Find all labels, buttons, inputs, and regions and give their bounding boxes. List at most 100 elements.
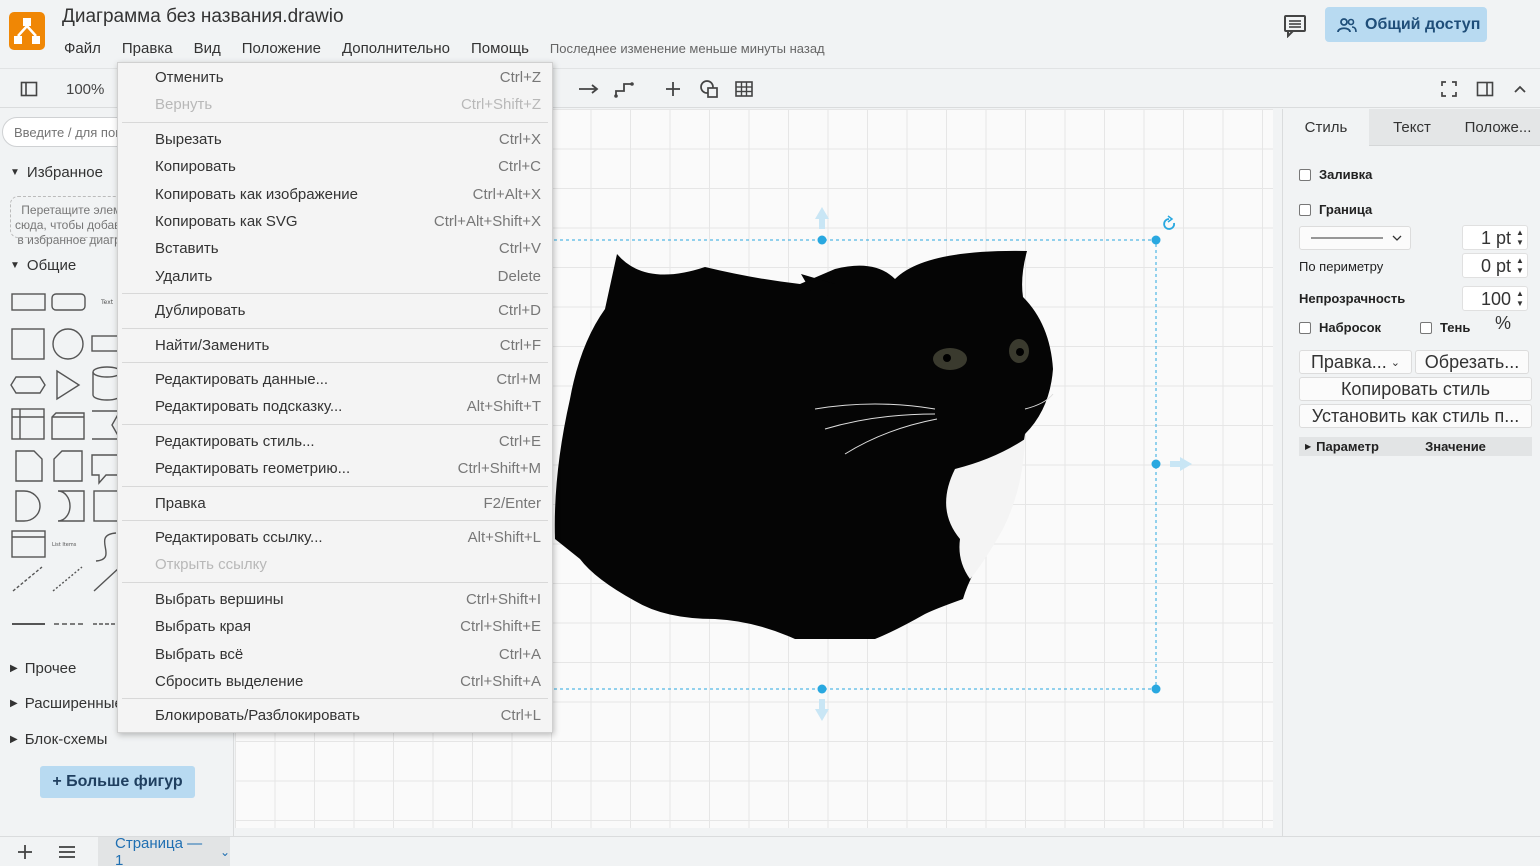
resize-handle-top[interactable] [817, 235, 827, 245]
resize-handle-right[interactable] [1151, 459, 1161, 469]
tab-style[interactable]: Стиль [1283, 109, 1369, 146]
menu-item[interactable]: Редактировать стиль... Ctrl+E [118, 428, 552, 455]
drawio-logo[interactable] [9, 12, 45, 50]
menu-file[interactable]: Файл [62, 40, 103, 57]
menu-item[interactable]: Редактировать данные... Ctrl+M [118, 366, 552, 393]
fill-checkbox[interactable] [1299, 168, 1311, 181]
menu-view[interactable]: Вид [192, 40, 223, 57]
perimeter-input[interactable]: 0 pt ▲ ▼ [1462, 253, 1528, 278]
menu-item-label: Редактировать стиль... [155, 432, 315, 450]
opacity-value: 100 % [1480, 289, 1511, 333]
menu-item[interactable]: Выбрать всё Ctrl+A [118, 641, 552, 668]
edit-image-dropdown[interactable]: Правка... ⌄ [1299, 350, 1412, 374]
menu-item-shortcut: Ctrl+Shift+Z [460, 96, 541, 114]
menu-item[interactable]: Найти/Заменить Ctrl+F [118, 332, 552, 359]
collapse-chevron-up-icon[interactable] [1509, 77, 1531, 101]
menu-item-shortcut: Ctrl+X [498, 130, 541, 148]
clone-arrow-right-icon[interactable] [1170, 457, 1192, 471]
menu-arrange[interactable]: Положение [240, 40, 323, 57]
page-tab[interactable]: Страница — 1 ⌄ [98, 835, 230, 866]
section-misc[interactable]: ▶ Прочее [10, 660, 76, 677]
menu-item[interactable]: Копировать как изображение Ctrl+Alt+X [118, 181, 552, 208]
menu-item-shortcut: Ctrl+M [496, 371, 541, 388]
chevron-down-icon[interactable]: ⌄ [220, 845, 230, 859]
menu-item-shortcut: Ctrl+E [498, 432, 541, 450]
pages-menu-icon[interactable] [58, 845, 76, 864]
last-change-status[interactable]: Последнее изменение меньше минуты назад [550, 41, 825, 56]
document-title[interactable]: Диаграмма без названия.drawio [62, 6, 344, 28]
menu-item-label: Сбросить выделение [155, 673, 304, 690]
rotate-handle-icon[interactable] [1163, 215, 1175, 230]
canvas-vertical-scrollbar[interactable] [1273, 109, 1281, 828]
section-favorites[interactable]: ▼ Избранное [10, 164, 103, 181]
menu-item[interactable]: Отменить Ctrl+Z [118, 64, 552, 91]
line-style-select[interactable] [1299, 226, 1411, 250]
connector-arrow-icon[interactable] [577, 77, 601, 101]
tab-arrange[interactable]: Положе... [1455, 109, 1540, 146]
menu-item[interactable]: Сбросить выделение Ctrl+Shift+A [118, 668, 552, 695]
border-checkbox[interactable] [1299, 203, 1311, 216]
collapsed-triangle-icon: ▶ [10, 698, 18, 709]
menu-item[interactable]: Удалить Delete [118, 263, 552, 290]
sketch-checkbox-row[interactable]: Набросок [1299, 320, 1381, 335]
menu-item[interactable]: Копировать Ctrl+C [118, 153, 552, 180]
opacity-input[interactable]: 100 % ▲ ▼ [1462, 286, 1528, 333]
tab-text[interactable]: Текст [1369, 109, 1455, 146]
properties-table-header[interactable]: ▶ Параметр Значение [1299, 437, 1532, 456]
menu-edit[interactable]: Правка [120, 40, 175, 57]
border-width-input[interactable]: 1 pt ▲ ▼ [1462, 225, 1528, 250]
shadow-checkbox-row[interactable]: Тень [1420, 320, 1470, 335]
sketch-checkbox[interactable] [1299, 321, 1311, 334]
menu-item-label: Дублировать [155, 302, 246, 320]
shapes-icon[interactable] [697, 77, 721, 101]
resize-handle-bottom[interactable] [817, 684, 827, 694]
section-advanced[interactable]: ▶ Расширенные [10, 695, 123, 712]
shadow-checkbox[interactable] [1420, 321, 1432, 334]
menu-item[interactable]: Блокировать/Разблокировать Ctrl+L [118, 702, 552, 729]
clone-arrow-up-icon[interactable] [815, 207, 829, 229]
cat-image[interactable] [554, 250, 1054, 639]
share-button[interactable]: Общий доступ [1325, 7, 1487, 42]
spinner-arrows-icon[interactable]: ▲ ▼ [1515, 256, 1525, 276]
zoom-dropdown[interactable]: 100% [66, 77, 116, 101]
menu-item[interactable]: Выбрать вершины Ctrl+Shift+I [118, 586, 552, 613]
canvas-horizontal-scrollbar[interactable] [235, 828, 1281, 836]
comments-icon[interactable] [1282, 12, 1308, 39]
toggle-sidebar-icon[interactable] [18, 77, 40, 101]
insert-plus-icon[interactable] [662, 77, 684, 101]
spinner-arrows-icon[interactable]: ▲ ▼ [1515, 289, 1525, 309]
menu-item[interactable]: Редактировать подсказку... Alt+Shift+T [118, 393, 552, 420]
chevron-down-icon: ⌄ [1390, 356, 1401, 369]
more-shapes-button[interactable]: + Больше фигур [40, 766, 195, 798]
menu-item[interactable]: Выбрать края Ctrl+Shift+E [118, 613, 552, 640]
spinner-arrows-icon[interactable]: ▲ ▼ [1515, 228, 1525, 248]
crop-button[interactable]: Обрезать... [1415, 350, 1529, 374]
menu-item[interactable]: Редактировать ссылку... Alt+Shift+L [118, 524, 552, 551]
section-general[interactable]: ▼ Общие [10, 257, 76, 274]
menu-item-shortcut: Ctrl+Shift+M [457, 460, 541, 478]
toggle-format-panel-icon[interactable] [1474, 77, 1496, 101]
menu-item[interactable]: Редактировать геометрию... Ctrl+Shift+M [118, 455, 552, 482]
set-default-style-button[interactable]: Установить как стиль п... [1299, 404, 1532, 428]
menu-item[interactable]: Копировать как SVG Ctrl+Alt+Shift+X [118, 208, 552, 235]
resize-handle-bottom-right[interactable] [1151, 684, 1161, 694]
expanded-triangle-icon: ▼ [10, 260, 20, 271]
menu-item[interactable]: Вставить Ctrl+V [118, 235, 552, 262]
menu-item[interactable]: Дублировать Ctrl+D [118, 297, 552, 324]
copy-style-button[interactable]: Копировать стиль [1299, 377, 1532, 401]
fill-checkbox-row[interactable]: Заливка [1299, 167, 1372, 182]
waypoints-icon[interactable] [612, 77, 636, 101]
sketch-label: Набросок [1319, 320, 1382, 335]
add-page-icon[interactable] [17, 844, 33, 865]
menu-help[interactable]: Помощь [469, 40, 531, 57]
border-checkbox-row[interactable]: Граница [1299, 202, 1372, 217]
section-flowchart[interactable]: ▶ Блок-схемы [10, 731, 107, 748]
menu-item[interactable]: Правка F2/Enter [118, 490, 552, 517]
fullscreen-icon[interactable] [1438, 77, 1460, 101]
table-icon[interactable] [732, 77, 756, 101]
resize-handle-top-right[interactable] [1151, 235, 1161, 245]
menu-item[interactable]: Вырезать Ctrl+X [118, 126, 552, 153]
menu-extras[interactable]: Дополнительно [340, 40, 452, 57]
menu-separator [122, 362, 548, 363]
clone-arrow-down-icon[interactable] [815, 699, 829, 721]
